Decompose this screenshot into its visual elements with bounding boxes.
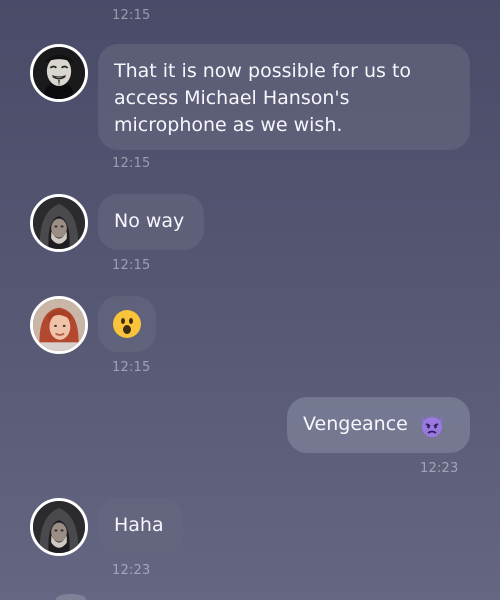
red-haired-woman-avatar-image	[33, 299, 85, 351]
message-timestamp: 12:23	[420, 461, 459, 476]
outgoing-message-bubble[interactable]: Vengeance	[287, 397, 470, 453]
masked-person-avatar[interactable]	[30, 44, 88, 102]
message-timestamp: 12:15	[112, 258, 151, 273]
hooded-man-avatar[interactable]	[30, 498, 88, 556]
message-bubble[interactable]	[98, 296, 156, 352]
devil-face-icon	[418, 412, 446, 438]
red-haired-woman-avatar[interactable]	[30, 296, 88, 354]
message-timestamp: 12:15	[112, 8, 151, 23]
message-timestamp: 12:15	[112, 156, 151, 171]
hooded-man-avatar-image	[33, 197, 85, 249]
message-bubble[interactable]: Haha	[98, 498, 183, 554]
message-bubble[interactable]: No way	[98, 194, 204, 250]
message-timestamp: 12:23	[112, 563, 151, 578]
next-message-avatar	[56, 594, 86, 600]
masked-person-avatar-image	[33, 47, 85, 99]
message-text: No way	[114, 210, 185, 232]
message-text: Haha	[114, 514, 164, 536]
hooded-man-avatar[interactable]	[30, 194, 88, 252]
message-timestamp: 12:15	[112, 360, 151, 375]
chat-message-list[interactable]: 12:15 That it is now possible for us to …	[0, 0, 500, 600]
message-bubble[interactable]: That it is now possible for us to access…	[98, 44, 470, 150]
message-text: That it is now possible for us to access…	[114, 60, 412, 136]
hooded-man-avatar-image	[33, 501, 85, 553]
surprised-face-icon	[113, 310, 141, 338]
message-text: Vengeance	[303, 413, 408, 435]
